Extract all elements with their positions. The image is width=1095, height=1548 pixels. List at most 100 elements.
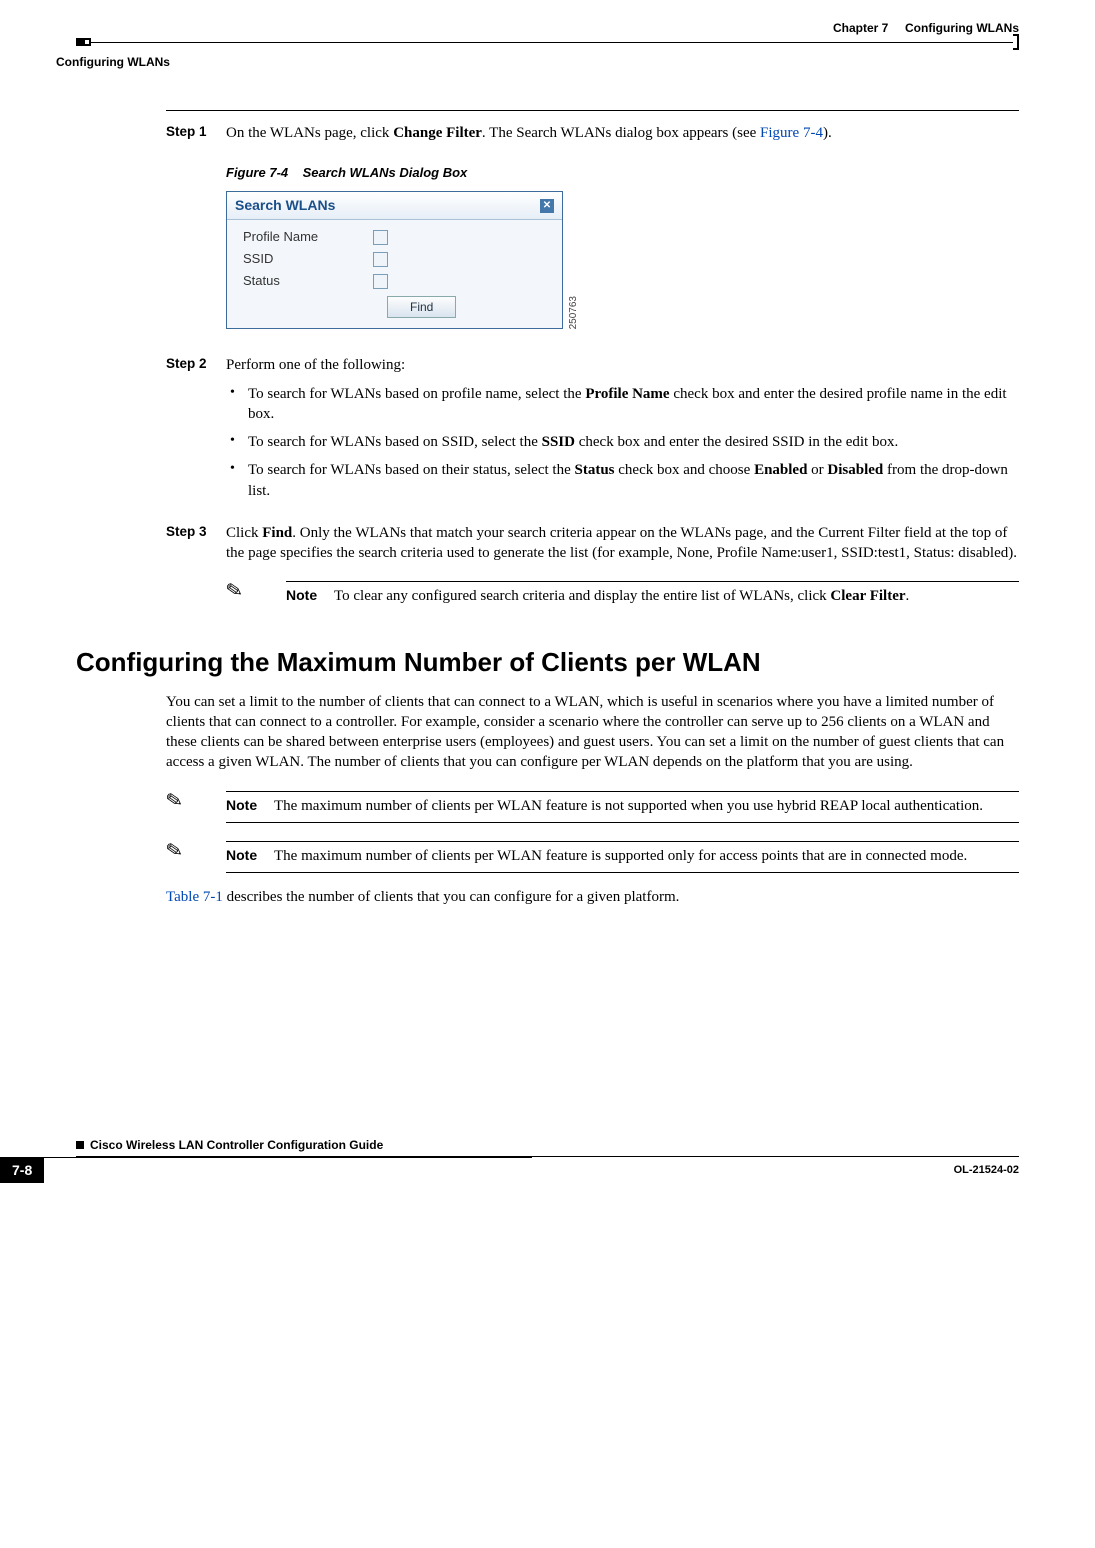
dialog-row-ssid: SSID	[243, 248, 556, 270]
s3-post: . Only the WLANs that match your search …	[226, 525, 1017, 561]
step1-bold-change-filter: Change Filter	[393, 125, 482, 141]
note-body: Note To clear any configured search crit…	[286, 581, 1019, 606]
dialog-find-row: Find	[243, 296, 556, 318]
ssid-checkbox[interactable]	[373, 252, 388, 267]
step-2-label: Step 2	[166, 355, 226, 509]
table-ref-post: describes the number of clients that you…	[223, 889, 680, 905]
dialog-row-status: Status	[243, 270, 556, 292]
s3-bold: Find	[262, 525, 292, 541]
ssid-label: SSID	[243, 250, 373, 268]
search-wlans-dialog: Search WLANs ✕ Profile Name SSID Status …	[226, 191, 563, 329]
table-reference: Table 7-1 describes the number of client…	[166, 887, 1019, 907]
step2-bullet-1: To search for WLANs based on profile nam…	[226, 384, 1019, 425]
search-wlans-dialog-figure: Search WLANs ✕ Profile Name SSID Status …	[226, 191, 1019, 329]
page-header-left: Configuring WLANs	[56, 54, 1019, 70]
b1-pre: To search for WLANs based on profile nam…	[248, 386, 585, 402]
note-body-b: Note The maximum number of clients per W…	[226, 791, 1019, 823]
profile-name-label: Profile Name	[243, 228, 373, 246]
dialog-title: Search WLANs	[235, 196, 335, 215]
dialog-row-profile: Profile Name	[243, 226, 556, 248]
step1-text-mid: . The Search WLANs dialog box appears (s…	[482, 125, 760, 141]
status-label: Status	[243, 272, 373, 290]
section-heading-max-clients: Configuring the Maximum Number of Client…	[76, 645, 1019, 680]
close-icon[interactable]: ✕	[540, 199, 554, 213]
dialog-body: Profile Name SSID Status Find	[227, 220, 562, 328]
page-footer: Cisco Wireless LAN Controller Configurat…	[76, 1137, 1019, 1183]
figure-title: Search WLANs Dialog Box	[303, 165, 468, 180]
chapter-title: Configuring WLANs	[905, 21, 1019, 35]
dialog-title-bar: Search WLANs ✕	[227, 192, 562, 220]
note-icon-col-c: ✎	[166, 841, 226, 863]
note-icon-col-b: ✎	[166, 791, 226, 813]
step2-bullet-2: To search for WLANs based on SSID, selec…	[226, 432, 1019, 452]
na-post: .	[906, 588, 910, 604]
note-clear-filter: ✎ Note To clear any configured search cr…	[226, 581, 1019, 606]
step-2-body: Perform one of the following: To search …	[226, 355, 1019, 509]
b1-bold: Profile Name	[585, 386, 669, 402]
doc-id: OL-21524-02	[532, 1163, 1019, 1178]
note-c-label: Note	[226, 846, 274, 866]
b2-post: check box and enter the desired SSID in …	[575, 434, 898, 450]
profile-name-checkbox[interactable]	[373, 230, 388, 245]
b3-mid1: check box and choose	[615, 462, 755, 478]
figure-7-4-link[interactable]: Figure 7-4	[760, 125, 823, 141]
b3-bold1: Status	[575, 462, 615, 478]
note-text: To clear any configured search criteria …	[334, 586, 1019, 606]
footer-title-row: Cisco Wireless LAN Controller Configurat…	[76, 1137, 1019, 1153]
step-1-label: Step 1	[166, 123, 226, 143]
b3-mid2: or	[807, 462, 827, 478]
body-top-rule	[166, 110, 1019, 111]
step-3: Step 3 Click Find. Only the WLANs that m…	[166, 523, 1019, 564]
step1-text-pre: On the WLANs page, click	[226, 125, 393, 141]
s3-pre: Click	[226, 525, 262, 541]
chapter-label: Chapter 7	[833, 21, 888, 35]
footer-square-icon	[76, 1141, 84, 1149]
figure-number: Figure 7-4	[226, 165, 288, 180]
note-b-text: The maximum number of clients per WLAN f…	[274, 796, 1019, 816]
page-number: 7-8	[0, 1157, 44, 1184]
step1-text-post: ).	[823, 125, 832, 141]
page-header-right: Chapter 7 Configuring WLANs	[76, 20, 1019, 36]
find-button[interactable]: Find	[387, 296, 456, 318]
section2-paragraph: You can set a limit to the number of cli…	[166, 692, 1019, 773]
b2-bold: SSID	[542, 434, 575, 450]
figure-caption: Figure 7-4 Search WLANs Dialog Box	[226, 164, 1019, 182]
note-c-rule-bottom	[226, 872, 1019, 873]
note-body-c: Note The maximum number of clients per W…	[226, 841, 1019, 873]
note-connected-mode: ✎ Note The maximum number of clients per…	[166, 841, 1019, 873]
step2-bullets: To search for WLANs based on profile nam…	[226, 384, 1019, 501]
note-b-rule-top	[226, 791, 1019, 792]
footer-guide-title: Cisco Wireless LAN Controller Configurat…	[90, 1137, 383, 1153]
pencil-icon: ✎	[164, 840, 184, 863]
section-title: Configuring WLANs	[56, 55, 170, 69]
b3-pre: To search for WLANs based on their statu…	[248, 462, 575, 478]
note-rule-top	[286, 581, 1019, 582]
step2-bullet-3: To search for WLANs based on their statu…	[226, 460, 1019, 501]
pencil-icon: ✎	[224, 580, 244, 603]
note-c-rule-top	[226, 841, 1019, 842]
note-hybrid-reap: ✎ Note The maximum number of clients per…	[166, 791, 1019, 823]
pencil-icon: ✎	[164, 789, 184, 812]
table-7-1-link[interactable]: Table 7-1	[166, 889, 223, 905]
b3-bold3: Disabled	[827, 462, 883, 478]
figure-image-id: 250763	[567, 294, 581, 329]
step-1-body: On the WLANs page, click Change Filter. …	[226, 123, 1019, 143]
note-b-rule-bottom	[226, 822, 1019, 823]
footer-page-row: 7-8 OL-21524-02	[76, 1157, 1019, 1184]
step-3-label: Step 3	[166, 523, 226, 564]
step-1: Step 1 On the WLANs page, click Change F…	[166, 123, 1019, 143]
b2-pre: To search for WLANs based on SSID, selec…	[248, 434, 542, 450]
note-icon-col: ✎	[226, 581, 286, 603]
note-label: Note	[286, 586, 334, 606]
b3-bold2: Enabled	[754, 462, 807, 478]
na-bold: Clear Filter	[830, 588, 905, 604]
header-rule	[76, 38, 1019, 46]
status-checkbox[interactable]	[373, 274, 388, 289]
step-3-body: Click Find. Only the WLANs that match yo…	[226, 523, 1019, 564]
note-b-label: Note	[226, 796, 274, 816]
na-pre: To clear any configured search criteria …	[334, 588, 830, 604]
step-2: Step 2 Perform one of the following: To …	[166, 355, 1019, 509]
step2-lead: Perform one of the following:	[226, 357, 405, 373]
note-c-text: The maximum number of clients per WLAN f…	[274, 846, 1019, 866]
main-content: Step 1 On the WLANs page, click Change F…	[166, 110, 1019, 907]
